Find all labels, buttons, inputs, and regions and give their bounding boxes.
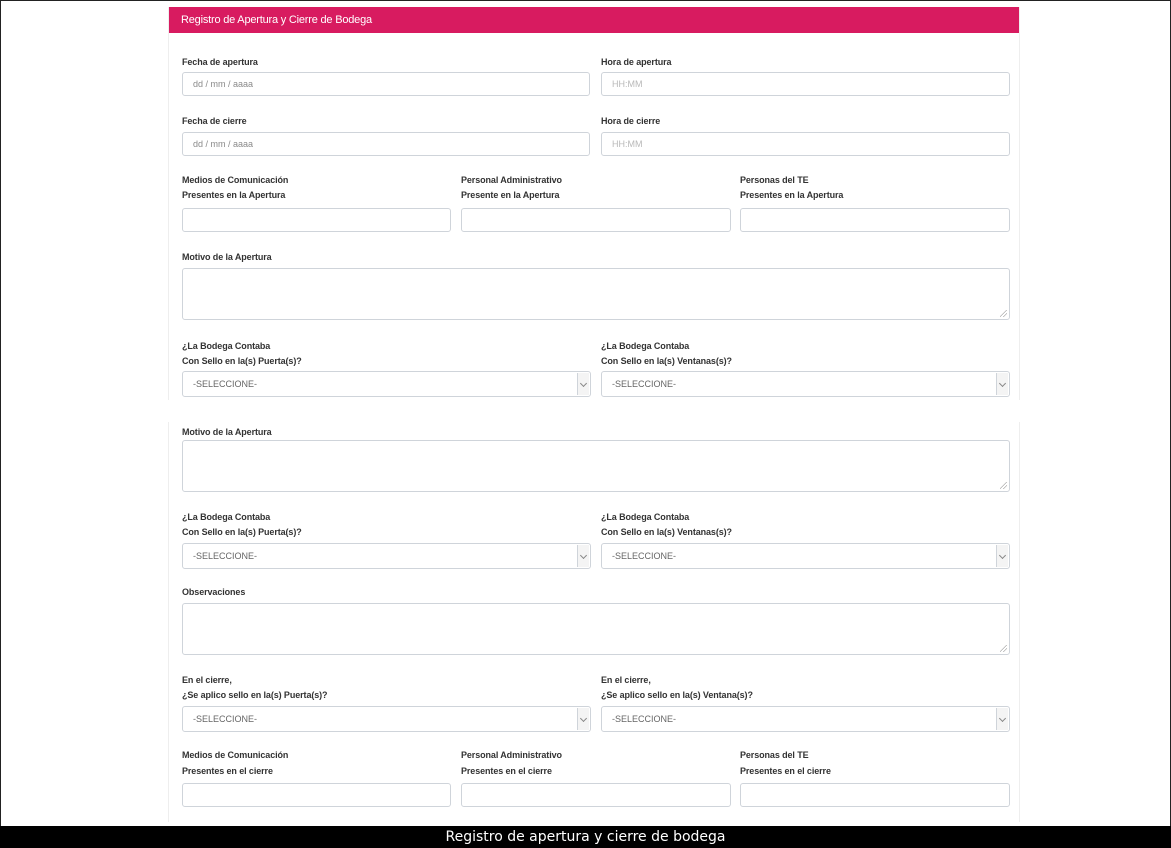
personas-te-cierre-input[interactable] — [740, 783, 1010, 807]
sello-puertas-label-2: Con Sello en la(s) Puerta(s)? — [182, 356, 302, 366]
resize-grip-icon[interactable] — [1000, 310, 1007, 317]
cierre-ventanas-label-1: En el cierre, — [601, 675, 651, 685]
sello-puertas-select[interactable]: -SELECCIONE- — [182, 543, 591, 569]
sello-puertas-label-2: Con Sello en la(s) Puerta(s)? — [182, 527, 302, 537]
fecha-cierre-input[interactable] — [182, 132, 590, 156]
chevron-down-icon[interactable] — [577, 708, 589, 730]
cierre-ventanas-value: -SELECCIONE- — [612, 714, 677, 724]
chevron-down-icon[interactable] — [996, 373, 1008, 395]
cierre-puertas-select[interactable]: -SELECCIONE- — [182, 706, 591, 732]
sello-ventanas-value: -SELECCIONE- — [612, 379, 677, 389]
personas-te-apertura-input[interactable] — [740, 208, 1010, 232]
resize-grip-icon[interactable] — [1000, 645, 1007, 652]
personas-te-cierre-label-2: Presentes en el cierre — [740, 766, 831, 776]
sello-puertas-select[interactable]: -SELECCIONE- — [182, 371, 591, 397]
fecha-apertura-label: Fecha de apertura — [182, 57, 258, 67]
motivo-apertura-textarea[interactable] — [182, 440, 1010, 492]
motivo-apertura-label: Motivo de la Apertura — [182, 427, 272, 437]
form-title: Registro de Apertura y Cierre de Bodega — [169, 7, 1019, 33]
hora-cierre-label: Hora de cierre — [601, 116, 661, 126]
personas-te-apertura-label-2: Presentes en la Apertura — [740, 190, 844, 200]
chevron-down-icon[interactable] — [996, 708, 1008, 730]
sello-puertas-value: -SELECCIONE- — [193, 551, 258, 561]
resize-grip-icon[interactable] — [1000, 482, 1007, 489]
sello-ventanas-select[interactable]: -SELECCIONE- — [601, 371, 1010, 397]
cierre-puertas-label-2: ¿Se aplico sello en la(s) Puerta(s)? — [182, 690, 328, 700]
sello-puertas-label-1: ¿La Bodega Contaba — [182, 512, 271, 522]
sello-puertas-label-1: ¿La Bodega Contaba — [182, 341, 271, 351]
medios-apertura-label-1: Medios de Comunicación — [182, 175, 289, 185]
personal-cierre-label-2: Presentes en el cierre — [461, 766, 552, 776]
personas-te-apertura-label-1: Personas del TE — [740, 175, 809, 185]
sello-ventanas-label-2: Con Sello en la(s) Ventanas(s)? — [601, 527, 732, 537]
chevron-down-icon[interactable] — [577, 545, 589, 567]
chevron-down-icon[interactable] — [577, 373, 589, 395]
cierre-puertas-value: -SELECCIONE- — [193, 714, 258, 724]
medios-apertura-input[interactable] — [182, 208, 451, 232]
sello-ventanas-label-2: Con Sello en la(s) Ventanas(s)? — [601, 356, 732, 366]
motivo-apertura-textarea[interactable] — [182, 268, 1010, 320]
medios-cierre-input[interactable] — [182, 783, 451, 807]
cierre-ventanas-select[interactable]: -SELECCIONE- — [601, 706, 1010, 732]
motivo-apertura-label: Motivo de la Apertura — [182, 252, 272, 262]
hora-apertura-label: Hora de apertura — [601, 57, 672, 67]
sello-ventanas-value: -SELECCIONE- — [612, 551, 677, 561]
personal-apertura-input[interactable] — [461, 208, 731, 232]
chevron-down-icon[interactable] — [996, 545, 1008, 567]
personal-apertura-label-2: Presente en la Apertura — [461, 190, 560, 200]
personal-cierre-label-1: Personal Administrativo — [461, 750, 562, 760]
personal-cierre-input[interactable] — [461, 783, 731, 807]
medios-cierre-label-2: Presentes en el cierre — [182, 766, 273, 776]
hora-cierre-input[interactable] — [601, 132, 1010, 156]
sello-ventanas-select[interactable]: -SELECCIONE- — [601, 543, 1010, 569]
form-panel-bottom: Motivo de la Apertura ¿La Bodega Contaba… — [168, 422, 1020, 822]
observaciones-textarea[interactable] — [182, 603, 1010, 655]
hora-apertura-input[interactable] — [601, 72, 1010, 96]
form-panel-top: Registro de Apertura y Cierre de Bodega … — [168, 7, 1020, 400]
sello-ventanas-label-1: ¿La Bodega Contaba — [601, 512, 690, 522]
personal-apertura-label-1: Personal Administrativo — [461, 175, 562, 185]
cierre-puertas-label-1: En el cierre, — [182, 675, 232, 685]
cierre-ventanas-label-2: ¿Se aplico sello en la(s) Ventana(s)? — [601, 690, 753, 700]
figure-caption: Registro de apertura y cierre de bodega — [0, 826, 1171, 848]
sello-puertas-value: -SELECCIONE- — [193, 379, 258, 389]
fecha-cierre-label: Fecha de cierre — [182, 116, 247, 126]
medios-cierre-label-1: Medios de Comunicación — [182, 750, 289, 760]
fecha-apertura-input[interactable] — [182, 72, 590, 96]
observaciones-label: Observaciones — [182, 587, 246, 597]
sello-ventanas-label-1: ¿La Bodega Contaba — [601, 341, 690, 351]
medios-apertura-label-2: Presentes en la Apertura — [182, 190, 286, 200]
personas-te-cierre-label-1: Personas del TE — [740, 750, 809, 760]
